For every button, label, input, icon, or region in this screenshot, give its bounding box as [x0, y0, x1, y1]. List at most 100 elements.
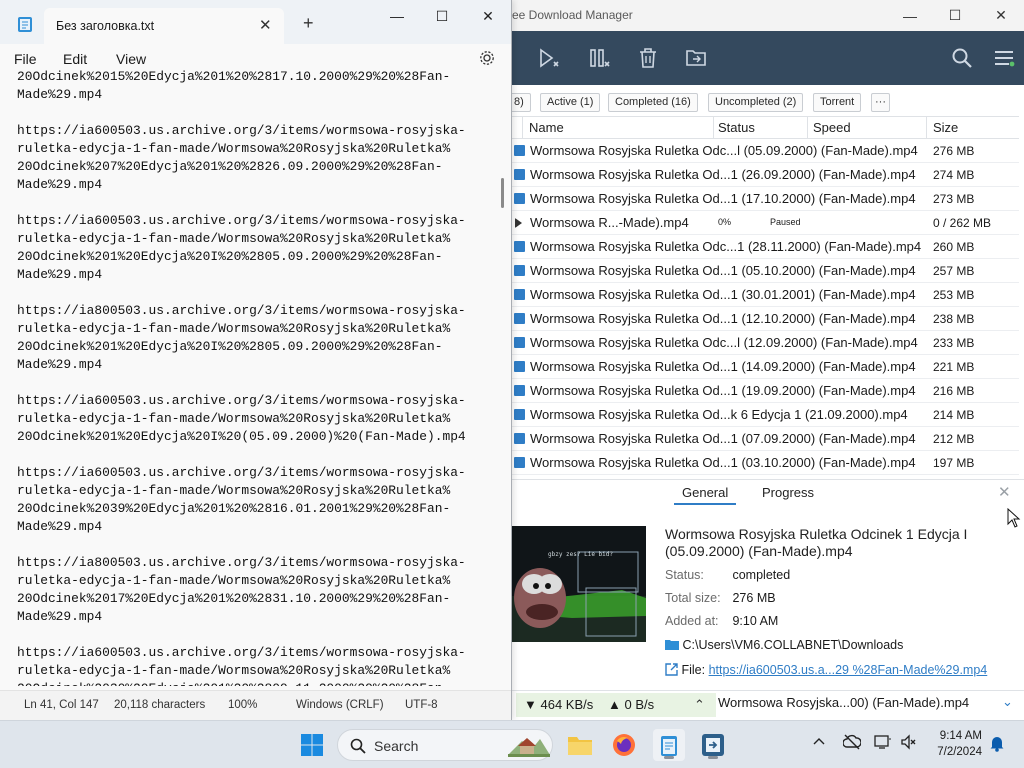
- move-to-folder-icon[interactable]: [684, 46, 708, 70]
- play-icon[interactable]: [515, 218, 522, 228]
- tab-progress[interactable]: Progress: [762, 485, 814, 500]
- file-icon: [514, 289, 525, 300]
- cloud-offline-icon[interactable]: [842, 734, 862, 753]
- notification-bell-icon[interactable]: [989, 734, 1005, 755]
- upload-arrow-icon: ▲: [608, 697, 621, 712]
- download-row[interactable]: Wormsowa Rosyjska Ruletka Od...1 (17.10.…: [512, 187, 1019, 211]
- encoding[interactable]: UTF-8: [405, 699, 438, 711]
- folder-path[interactable]: C:\Users\VM6.COLLABNET\Downloads: [682, 638, 903, 652]
- notepad-minimize-button[interactable]: —: [374, 4, 420, 28]
- size-value: 276 MB: [732, 591, 776, 605]
- download-name: Wormsowa Rosyjska Ruletka Od...1 (26.09.…: [530, 167, 916, 182]
- delete-icon[interactable]: [636, 46, 660, 70]
- column-name-header[interactable]: Name: [529, 120, 564, 135]
- detail-size-row: Total size: 276 MB: [665, 591, 776, 605]
- filter-torrent[interactable]: Torrent: [813, 93, 862, 112]
- file-label: File:: [681, 663, 706, 677]
- pause-icon[interactable]: [587, 46, 611, 70]
- notepad-maximize-button[interactable]: ☐: [419, 4, 465, 28]
- download-row[interactable]: Wormsowa Rosyjska Ruletka Od...1 (05.10.…: [512, 259, 1019, 283]
- filter-completed[interactable]: Completed (16): [608, 93, 698, 112]
- download-row[interactable]: Wormsowa Rosyjska Ruletka Od...1 (03.10.…: [512, 451, 1019, 475]
- fdm-taskbar-icon[interactable]: [697, 729, 729, 761]
- download-size: 274 MB: [933, 168, 975, 182]
- fdm-window-title: ee Download Manager: [512, 8, 633, 22]
- line-ending[interactable]: Windows (CRLF): [296, 699, 384, 711]
- column-size-header[interactable]: Size: [933, 120, 958, 135]
- file-explorer-icon[interactable]: [564, 729, 596, 761]
- fdm-window: ee Download Manager — ☐ ✕ 8) Active (1) …: [508, 0, 1024, 720]
- menu-icon[interactable]: [992, 46, 1016, 70]
- new-tab-button[interactable]: +: [303, 13, 314, 34]
- notepad-taskbar-icon[interactable]: [653, 729, 685, 761]
- clock-time[interactable]: 9:14 AM: [930, 730, 982, 742]
- download-progress: 0%: [718, 217, 732, 227]
- download-row[interactable]: Wormsowa Rosyjska Ruletka Od...1 (12.10.…: [512, 307, 1019, 331]
- column-divider: [807, 117, 808, 139]
- character-count: 20,118 characters: [114, 699, 206, 711]
- text-line: https://ia600503.us.archive.org/3/items/…: [17, 123, 466, 138]
- download-row[interactable]: Wormsowa Rosyjska Ruletka Odc...l (12.09…: [512, 331, 1019, 355]
- taskbar-search[interactable]: Search: [337, 729, 553, 761]
- speed-indicator[interactable]: ▼ 464 KB/s ▲ 0 B/s ⌃: [516, 693, 716, 717]
- notepad-close-button[interactable]: ✕: [465, 4, 511, 28]
- clock-date[interactable]: 7/2/2024: [930, 746, 982, 758]
- download-row[interactable]: Wormsowa R...-Made).mp4 0% Paused 0 / 262 M…: [512, 211, 1019, 235]
- column-status-header[interactable]: Status: [718, 120, 755, 135]
- fdm-maximize-button[interactable]: ☐: [932, 0, 978, 31]
- file-icon: [514, 241, 525, 252]
- download-row[interactable]: Wormsowa Rosyjska Ruletka Od...1 (26.09.…: [512, 163, 1019, 187]
- fdm-minimize-button[interactable]: —: [887, 0, 933, 31]
- download-row[interactable]: Wormsowa Rosyjska Ruletka Od...1 (14.09.…: [512, 355, 1019, 379]
- download-name: Wormsowa Rosyjska Ruletka Odc...1 (28.11…: [530, 239, 922, 254]
- file-url-link[interactable]: https://ia600503.us.a...29 %28Fan-Made%2…: [709, 663, 988, 677]
- notepad-tab-title: Без заголовка.txt: [56, 19, 155, 33]
- notepad-text-area[interactable]: 20Odcinek%2015%20Edycja%201%20%2817.10.2…: [0, 68, 503, 686]
- download-row[interactable]: Wormsowa Rosyjska Ruletka Od...k 6 Edycj…: [512, 403, 1019, 427]
- menu-edit[interactable]: Edit: [63, 51, 87, 67]
- download-row[interactable]: Wormsowa Rosyjska Ruletka Od...1 (07.09.…: [512, 427, 1019, 451]
- fdm-close-button[interactable]: ✕: [978, 0, 1024, 31]
- fdm-titlebar: ee Download Manager — ☐ ✕: [512, 0, 1024, 31]
- tab-general[interactable]: General: [673, 485, 737, 505]
- tab-close-icon[interactable]: ✕: [259, 16, 272, 34]
- detail-folder-row[interactable]: C:\Users\VM6.COLLABNET\Downloads: [665, 638, 903, 652]
- download-row[interactable]: Wormsowa Rosyjska Ruletka Odc...l (05.09…: [512, 139, 1019, 163]
- gear-icon[interactable]: [478, 49, 496, 70]
- downloads-list: Wormsowa Rosyjska Ruletka Odc...l (05.09…: [512, 139, 1019, 475]
- chevron-down-icon[interactable]: ⌄: [1002, 694, 1013, 710]
- filter-uncompleted[interactable]: Uncompleted (2): [708, 93, 804, 112]
- size-label: Total size:: [665, 591, 721, 605]
- resume-icon[interactable]: [537, 46, 561, 70]
- column-speed-header[interactable]: Speed: [813, 120, 851, 135]
- download-name: Wormsowa Rosyjska Ruletka Od...1 (05.10.…: [530, 263, 916, 278]
- filter-more-button[interactable]: ···: [871, 93, 890, 112]
- zoom-level[interactable]: 100%: [228, 699, 257, 711]
- notepad-tab[interactable]: Без заголовка.txt ✕: [44, 8, 284, 44]
- volume-muted-icon[interactable]: [900, 734, 918, 753]
- text-line: 20Odcinek%2030%20Edycja%201%20%2809.11.2…: [17, 680, 503, 686]
- download-row[interactable]: Wormsowa Rosyjska Ruletka Od...1 (19.09.…: [512, 379, 1019, 403]
- detail-close-icon[interactable]: ✕: [998, 483, 1011, 501]
- menu-view[interactable]: View: [116, 51, 146, 67]
- download-row[interactable]: Wormsowa Rosyjska Ruletka Od...1 (30.01.…: [512, 283, 1019, 307]
- search-icon[interactable]: [950, 46, 974, 70]
- menu-file[interactable]: File: [14, 51, 37, 67]
- download-row[interactable]: Wormsowa Rosyjska Ruletka Odc...1 (28.11…: [512, 235, 1019, 259]
- download-size: 257 MB: [933, 264, 975, 278]
- text-line: Made%29.mp4: [17, 267, 103, 282]
- start-icon[interactable]: [296, 729, 328, 761]
- thumbnail-speech-text: gbzy zes? Lie bid?: [548, 551, 613, 558]
- text-line: [17, 536, 503, 554]
- firefox-icon[interactable]: [608, 729, 640, 761]
- download-name: Wormsowa Rosyjska Ruletka Od...1 (03.10.…: [530, 455, 916, 470]
- scrollbar-thumb[interactable]: [501, 178, 504, 208]
- chevron-up-icon[interactable]: [813, 734, 825, 749]
- added-label: Added at:: [665, 614, 719, 628]
- search-highlight-icon: [508, 738, 550, 757]
- network-icon[interactable]: [874, 734, 892, 753]
- current-download-file[interactable]: Wormsowa Rosyjska...00) (Fan-Made).mp4: [718, 695, 969, 710]
- folder-icon: [665, 640, 679, 650]
- chevron-up-icon[interactable]: ⌃: [694, 697, 705, 713]
- filter-active[interactable]: Active (1): [540, 93, 601, 112]
